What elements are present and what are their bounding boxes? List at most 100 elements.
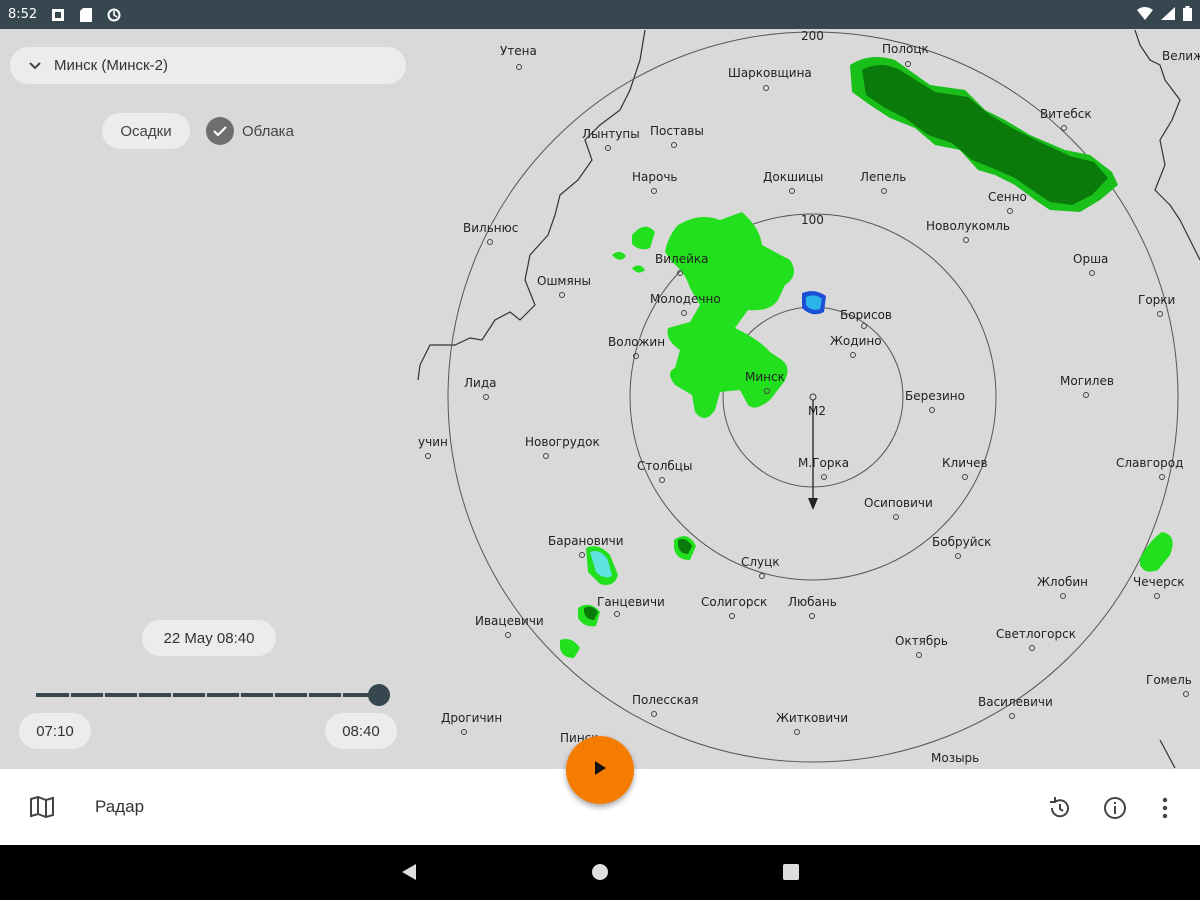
station-selected-label: Минск (Минск-2) (54, 57, 168, 74)
chevron-down-icon (28, 61, 44, 71)
home-icon[interactable] (591, 863, 609, 886)
clouds-label: Облака (242, 122, 294, 140)
notification-icon (51, 8, 65, 22)
sd-card-icon (79, 7, 93, 22)
city-label: Жодино (830, 334, 882, 348)
city-label: Славгород (1116, 456, 1183, 470)
city-label: Дрогичин (441, 711, 502, 725)
current-time-label: 22 May 08:40 (163, 629, 255, 647)
slider-tick (307, 693, 309, 697)
city-label: Ганцевичи (597, 595, 665, 609)
country-border (417, 29, 1200, 769)
map-icon[interactable] (30, 795, 54, 819)
clouds-chip[interactable]: Облака (200, 113, 300, 149)
city-label: М.Горка (798, 456, 849, 470)
city-label: Молодечно (650, 292, 721, 306)
city-label: Орша (1073, 252, 1108, 266)
city-label: Шарковщина (728, 66, 812, 80)
city-label: Лынтупы (582, 127, 640, 141)
precipitation-label: Осадки (120, 122, 172, 140)
city-label: Чечерск (1133, 575, 1185, 589)
play-button[interactable] (566, 736, 634, 804)
city-label: Жлобин (1037, 575, 1088, 589)
city-label: Ивацевичи (475, 614, 544, 628)
range-rings (447, 31, 1179, 763)
system-navigation-bar (0, 845, 1200, 900)
more-vert-icon[interactable] (1152, 795, 1178, 821)
city-label: Осиповичи (864, 496, 933, 510)
ring-label-100: 100 (801, 213, 824, 227)
precipitation-chip[interactable]: Осадки (102, 113, 190, 149)
status-bar: 8:52 (0, 0, 1200, 29)
current-time-chip: 22 May 08:40 (142, 620, 276, 656)
city-label: Василевичи (978, 695, 1053, 709)
city-label: Березино (905, 389, 965, 403)
city-label: Могилев (1060, 374, 1114, 388)
slider-thumb[interactable] (368, 684, 390, 706)
ring-label-200: 200 (801, 29, 824, 43)
status-time: 8:52 (8, 7, 38, 22)
slider-tick (171, 693, 173, 697)
slider-track[interactable] (36, 693, 378, 697)
city-label: Лепель (860, 170, 906, 184)
city-label: Докшицы (763, 170, 823, 184)
check-icon (206, 117, 234, 145)
city-label: Новогрудок (525, 435, 600, 449)
slider-tick (205, 693, 207, 697)
precipitation-light (560, 212, 1173, 658)
city-label: Кличев (942, 456, 988, 470)
city-label: Ошмяны (537, 274, 591, 288)
city-label: Нарочь (632, 170, 678, 184)
battery-icon (1183, 5, 1192, 24)
recents-icon[interactable] (782, 863, 800, 886)
city-label: Столбцы (637, 459, 692, 473)
back-icon[interactable] (400, 863, 418, 886)
play-icon (593, 760, 607, 781)
city-label: Горки (1138, 293, 1175, 307)
slider-tick (239, 693, 241, 697)
city-label: Бобруйск (932, 535, 991, 549)
station-label: М2 (808, 404, 826, 418)
slider-tick (137, 693, 139, 697)
history-icon[interactable] (1046, 795, 1072, 821)
info-icon[interactable] (1102, 795, 1128, 821)
city-label: Новолукомль (926, 219, 1010, 233)
city-label: Вилейка (655, 252, 708, 266)
city-label: Слуцк (741, 555, 780, 569)
city-label: Поставы (650, 124, 704, 138)
city-label: Сенно (988, 190, 1027, 204)
city-label: Минск (745, 370, 785, 384)
timeline-slider[interactable] (36, 684, 392, 706)
city-label: Витебск (1040, 107, 1092, 121)
slider-tick (341, 693, 343, 697)
slider-tick (103, 693, 105, 697)
city-label: Светлогорск (996, 627, 1076, 641)
wifi-icon (1137, 6, 1153, 23)
start-time-chip: 07:10 (19, 713, 91, 749)
city-label: Воложин (608, 335, 665, 349)
station-dropdown[interactable]: Минск (Минск-2) (10, 47, 406, 84)
city-label: Гомель (1146, 673, 1192, 687)
city-label: учин (418, 435, 448, 449)
city-label: Лида (464, 376, 496, 390)
city-label: Октябрь (895, 634, 948, 648)
city-label: Мозырь (931, 751, 979, 765)
city-label: Полоцк (882, 42, 929, 56)
data-saver-icon (107, 8, 121, 22)
signal-icon (1161, 6, 1175, 23)
end-time-label: 08:40 (342, 722, 380, 740)
end-time-chip: 08:40 (325, 713, 397, 749)
city-label: Утена (500, 44, 537, 58)
city-label: Солигорск (701, 595, 767, 609)
app-title: Радар (95, 797, 145, 816)
city-label: Житковичи (776, 711, 848, 725)
city-label: Борисов (840, 308, 892, 322)
city-label: Барановичи (548, 534, 624, 548)
city-label: Полесская (632, 693, 698, 707)
city-label: Вильнюс (463, 221, 518, 235)
city-label: Любань (788, 595, 837, 609)
city-label: Велиж (1162, 49, 1200, 63)
slider-tick (69, 693, 71, 697)
slider-tick (273, 693, 275, 697)
start-time-label: 07:10 (36, 722, 74, 740)
